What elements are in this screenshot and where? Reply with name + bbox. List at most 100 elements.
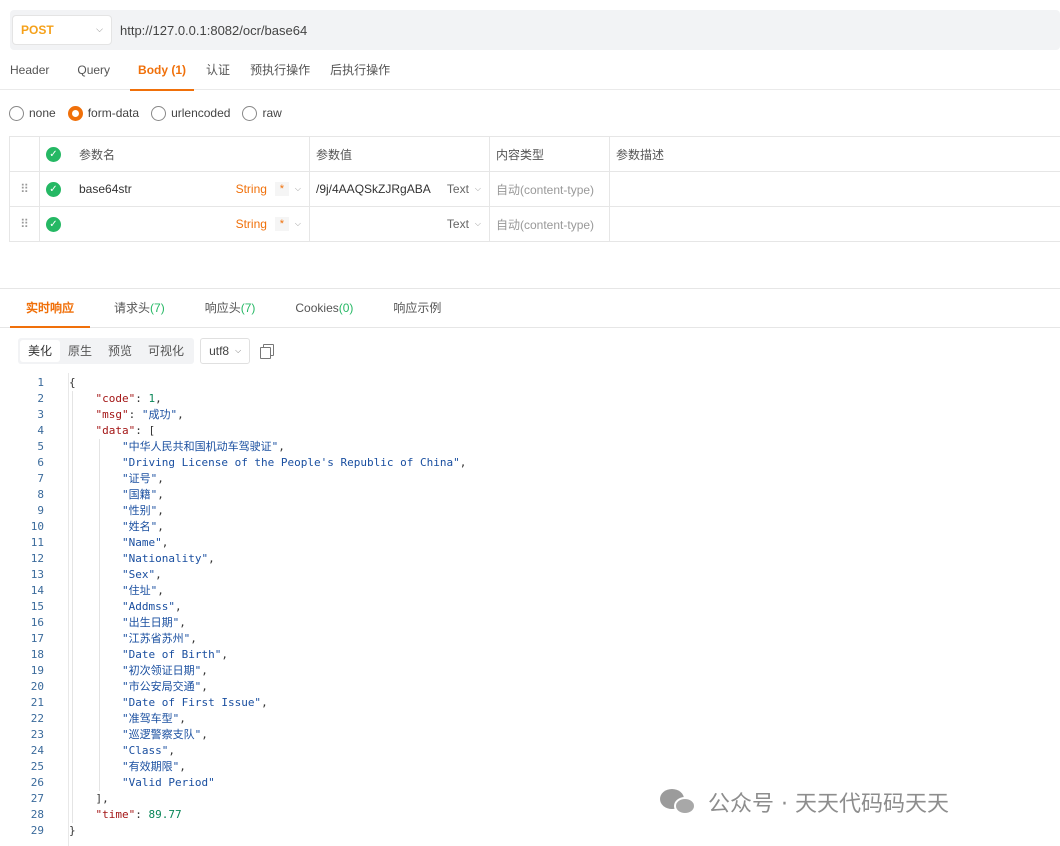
required-marker[interactable]: * <box>274 182 289 196</box>
indent-guide <box>72 487 73 503</box>
param-desc-input[interactable] <box>610 207 1060 241</box>
code-text: "Date of Birth", <box>121 648 228 661</box>
line-number: 14 <box>30 584 44 597</box>
required-marker[interactable]: * <box>274 217 289 231</box>
body-mode-radios: none form-data urlencoded raw <box>9 104 294 122</box>
mode-urlencoded[interactable]: urlencoded <box>151 105 230 121</box>
view-pretty-button[interactable]: 美化 <box>20 340 61 362</box>
code-text: "code": 1, <box>95 392 162 405</box>
indent-guide <box>72 791 73 807</box>
tab-auth[interactable]: 认证 <box>196 52 240 90</box>
line-number: 9 <box>37 504 44 517</box>
code-line: 4 "data": [ <box>0 423 155 439</box>
value-type-select[interactable]: Text <box>447 182 469 196</box>
params-table: ✓ 参数名 参数值 内容类型 参数描述 ⠿ ✓ base64str String… <box>9 136 1060 242</box>
chevron-down-icon[interactable]: ⌵ <box>295 219 301 229</box>
line-number: 29 <box>30 824 44 837</box>
tab-live-response[interactable]: 实时响应 <box>0 289 91 328</box>
copy-icon[interactable] <box>260 344 275 359</box>
chevron-down-icon[interactable]: ⌵ <box>475 219 481 229</box>
mode-none[interactable]: none <box>9 105 56 121</box>
drag-handle-icon[interactable]: ⠿ <box>9 207 40 241</box>
line-number: 20 <box>30 680 44 693</box>
url-input[interactable]: http://127.0.0.1:8082/ocr/base64 <box>120 23 307 38</box>
code-line: 25 "有效期限", <box>0 759 186 775</box>
line-number: 1 <box>37 376 44 389</box>
tab-body[interactable]: Body (1) <box>128 52 196 91</box>
tab-response-headers[interactable]: 响应头(7) <box>189 289 272 327</box>
indent-guide <box>99 679 100 695</box>
code-line: 5 "中华人民共和国机动车驾驶证", <box>0 439 285 455</box>
indent-guide <box>72 407 73 423</box>
indent-guide <box>99 615 100 631</box>
line-number: 6 <box>37 456 44 469</box>
method-select[interactable]: POST ⌵ <box>12 15 112 45</box>
line-number: 22 <box>30 712 44 725</box>
content-type-input[interactable]: 自动(content-type) <box>490 207 610 241</box>
code-line: 20 "市公安局交通", <box>0 679 208 695</box>
chevron-down-icon[interactable]: ⌵ <box>295 184 301 194</box>
code-line: 13 "Sex", <box>0 567 162 583</box>
indent-guide <box>72 423 73 439</box>
code-text: "Addmss", <box>121 600 182 613</box>
response-tabs: 实时响应 请求头(7) 响应头(7) Cookies(0) 响应示例 <box>0 288 1060 328</box>
code-text: "江苏省苏州", <box>121 632 197 645</box>
mode-form-data[interactable]: form-data <box>67 105 140 121</box>
line-number: 15 <box>30 600 44 613</box>
tab-cookies[interactable]: Cookies(0) <box>279 289 369 327</box>
tab-response-example[interactable]: 响应示例 <box>377 289 457 327</box>
line-number: 13 <box>30 568 44 581</box>
indent-guide <box>99 711 100 727</box>
indent-guide <box>99 471 100 487</box>
line-number: 16 <box>30 616 44 629</box>
request-tabs: Header Query Body (1) 认证 预执行操作 后执行操作 <box>0 52 1060 91</box>
indent-guide <box>99 551 100 567</box>
indent-guide <box>72 727 73 743</box>
mode-label: form-data <box>87 106 140 120</box>
value-type-select[interactable]: Text <box>447 217 469 231</box>
param-name-input[interactable]: base64str <box>79 182 236 196</box>
tab-request-headers[interactable]: 请求头(7) <box>98 289 181 327</box>
column-header: 参数描述 <box>616 147 665 162</box>
tab-header[interactable]: Header <box>0 52 59 90</box>
line-number: 7 <box>37 472 44 485</box>
param-type-label[interactable]: String <box>236 182 267 196</box>
encoding-select[interactable]: utf8 ⌵ <box>200 338 251 364</box>
param-type-label[interactable]: String <box>236 217 267 231</box>
param-desc-input[interactable] <box>610 172 1060 206</box>
view-raw-button[interactable]: 原生 <box>60 340 100 362</box>
check-circle-icon[interactable]: ✓ <box>46 181 61 197</box>
code-line: 19 "初次领证日期", <box>0 663 208 679</box>
check-circle-icon[interactable]: ✓ <box>46 216 61 232</box>
code-text: "性别", <box>121 504 164 517</box>
tab-pre-script[interactable]: 预执行操作 <box>240 52 320 90</box>
code-line: 6 "Driving License of the People's Repub… <box>0 455 466 471</box>
line-number: 21 <box>30 696 44 709</box>
line-number: 27 <box>30 792 44 805</box>
table-row: ⠿ ✓ String * ⌵ Text ⌵ 自动(content-type) <box>9 207 1060 242</box>
indent-guide <box>72 663 73 679</box>
view-visualize-button[interactable]: 可视化 <box>140 340 192 362</box>
code-line: 9 "性别", <box>0 503 164 519</box>
content-type-input[interactable]: 自动(content-type) <box>490 172 610 206</box>
drag-handle-icon[interactable]: ⠿ <box>9 172 40 206</box>
response-body-code: 1{2 "code": 1, 3 "msg": "成功", 4 "data": [5… <box>0 373 1060 846</box>
view-preview-button[interactable]: 预览 <box>100 340 140 362</box>
indent-guide <box>99 567 100 583</box>
mode-raw[interactable]: raw <box>242 105 282 121</box>
code-text: "Driving License of the People's Republi… <box>121 456 467 469</box>
code-line: 8 "国籍", <box>0 487 164 503</box>
watermark: 公众号 · 天天代码码天天 <box>660 786 949 818</box>
line-number: 19 <box>30 664 44 677</box>
chevron-down-icon[interactable]: ⌵ <box>475 184 481 194</box>
line-number: 24 <box>30 744 44 757</box>
tab-query[interactable]: Query <box>67 52 120 90</box>
param-value-input[interactable]: /9j/4AAQSkZJRgABA <box>316 182 439 196</box>
radio-selected-icon <box>67 105 83 121</box>
wechat-icon <box>660 787 698 817</box>
chevron-down-icon: ⌵ <box>96 25 103 35</box>
check-circle-icon[interactable]: ✓ <box>46 146 61 162</box>
tab-post-script[interactable]: 后执行操作 <box>320 52 400 90</box>
radio-icon <box>9 105 24 121</box>
indent-guide <box>72 631 73 647</box>
